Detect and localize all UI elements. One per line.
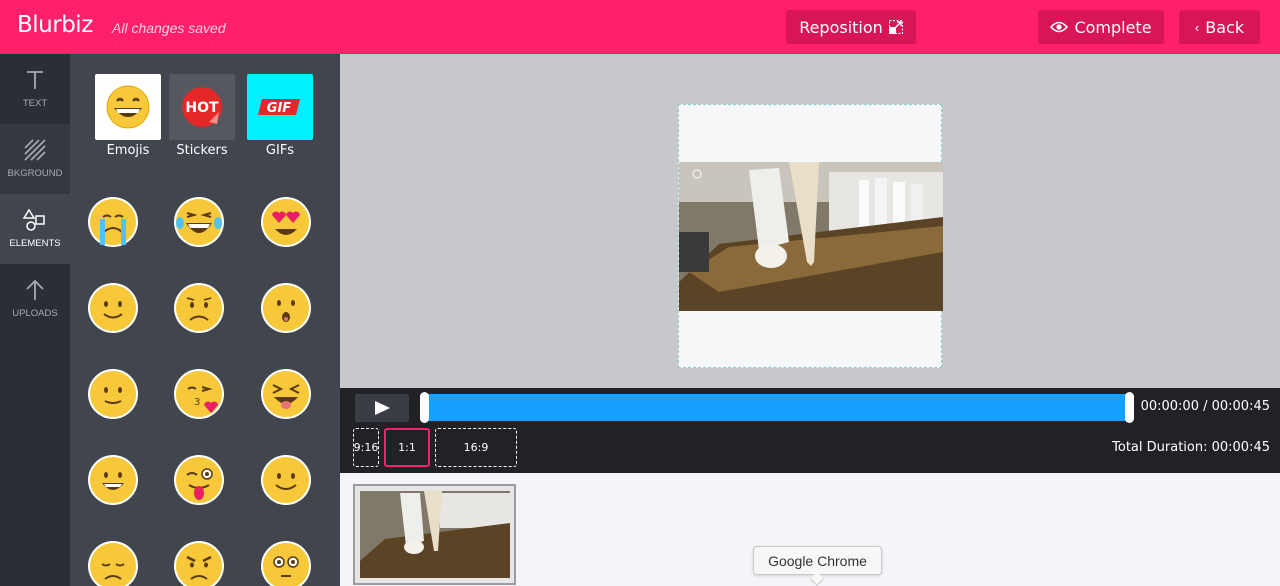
- tab-label-gifs: GIFs: [265, 143, 295, 158]
- ratio-1-1-button[interactable]: 1:1: [384, 428, 430, 467]
- trim-end-handle[interactable]: [1125, 392, 1134, 423]
- rail-label-uploads: UPLOADS: [12, 308, 58, 319]
- tab-label-stickers: Stickers: [176, 143, 228, 158]
- background-icon: [24, 139, 46, 161]
- complete-button[interactable]: Complete: [1038, 10, 1164, 44]
- svg-text:GIF: GIF: [267, 101, 292, 116]
- shapes-icon: [23, 208, 45, 231]
- tab-gifs[interactable]: GIF GIFs: [247, 74, 313, 158]
- rail-item-uploads[interactable]: UPLOADS: [0, 264, 70, 334]
- tooltip: Google Chrome: [753, 546, 882, 575]
- tab-emojis[interactable]: Emojis: [95, 74, 161, 158]
- laughing-tears-emoji-icon[interactable]: [172, 195, 226, 249]
- back-button[interactable]: ‹ Back: [1179, 10, 1260, 44]
- smiley-emoji-icon[interactable]: [259, 453, 313, 507]
- eye-icon: [1050, 21, 1069, 33]
- rail-label-background: BKGROUND: [7, 168, 63, 179]
- elements-panel: Emojis HOT Stickers GIF GIFs 3: [70, 54, 340, 586]
- time-readout: 00:00:00 / 00:00:45: [1140, 399, 1270, 414]
- video-clip[interactable]: [679, 162, 943, 311]
- rail-item-text[interactable]: TEXT: [0, 54, 70, 124]
- sad-emoji-icon[interactable]: [172, 281, 226, 335]
- seek-track[interactable]: [428, 394, 1128, 421]
- timeline: Google Chrome: [340, 473, 1280, 586]
- player-bar: 00:00:00 / 00:00:45 9:16 1:1 16:9 Total …: [340, 388, 1280, 473]
- artboard[interactable]: [678, 104, 943, 368]
- grinning-emoji-icon: [95, 74, 161, 140]
- play-button[interactable]: [355, 394, 409, 422]
- play-icon: [375, 401, 390, 415]
- total-duration: Total Duration: 00:00:45: [1112, 440, 1270, 455]
- tab-stickers[interactable]: HOT Stickers: [169, 74, 235, 158]
- rail-label-text: TEXT: [22, 98, 48, 109]
- smiling-emoji-icon[interactable]: [86, 281, 140, 335]
- rail-item-background[interactable]: BKGROUND: [0, 124, 70, 194]
- disappointed-emoji-icon[interactable]: [86, 539, 140, 586]
- grin-emoji-icon[interactable]: [86, 453, 140, 507]
- canvas-area: [340, 54, 1280, 388]
- save-status: All changes saved: [112, 20, 226, 36]
- clip-thumbnail[interactable]: [353, 484, 516, 585]
- complete-label: Complete: [1074, 17, 1152, 37]
- flushed-emoji-icon[interactable]: [259, 539, 313, 586]
- chevron-left-icon: ‹: [1194, 19, 1200, 35]
- svg-text:HOT: HOT: [185, 100, 219, 116]
- angry-emoji-icon[interactable]: [172, 539, 226, 586]
- rail-label-elements: ELEMENTS: [9, 238, 61, 249]
- winking-tongue-emoji-icon[interactable]: [172, 453, 226, 507]
- rail-item-elements[interactable]: ELEMENTS: [0, 194, 70, 264]
- slight-smile-emoji-icon[interactable]: [86, 367, 140, 421]
- heart-eyes-emoji-icon[interactable]: [259, 195, 313, 249]
- ratio-16-9-button[interactable]: 16:9: [435, 428, 517, 467]
- resize-icon: [888, 20, 903, 34]
- surprised-emoji-icon[interactable]: [259, 281, 313, 335]
- back-label: Back: [1205, 17, 1245, 37]
- upload-arrow-icon: [26, 279, 44, 300]
- reposition-label: Reposition: [799, 17, 883, 37]
- app-logo: Blurbiz: [17, 12, 93, 38]
- top-bar: Blurbiz All changes saved Reposition Com…: [0, 0, 1280, 54]
- squinting-tongue-emoji-icon[interactable]: [259, 367, 313, 421]
- gif-icon: GIF: [247, 74, 313, 140]
- text-icon: [27, 71, 43, 89]
- hot-sticker-icon: HOT: [169, 74, 235, 140]
- tool-rail: TEXT BKGROUND ELEMENTS UPLOADS: [0, 54, 70, 586]
- tab-label-emojis: Emojis: [106, 143, 150, 158]
- trim-start-handle[interactable]: [420, 392, 429, 423]
- ratio-9-16-button[interactable]: 9:16: [353, 428, 379, 467]
- reposition-button[interactable]: Reposition: [786, 10, 916, 44]
- kissing-heart-emoji-icon[interactable]: 3: [172, 367, 226, 421]
- svg-text:3: 3: [194, 397, 200, 408]
- crying-emoji-icon[interactable]: [86, 195, 140, 249]
